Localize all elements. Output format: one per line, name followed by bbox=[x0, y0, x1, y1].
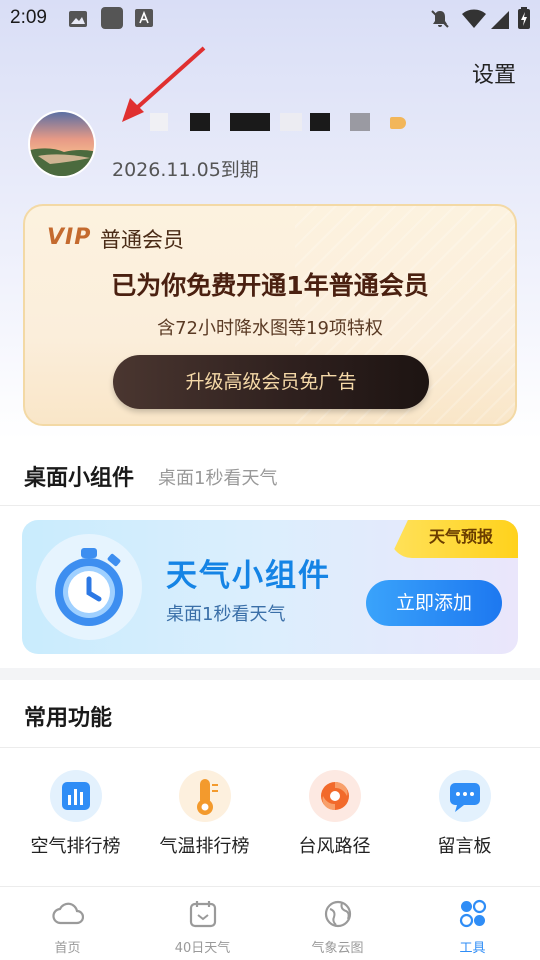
nav-item-tools[interactable]: 工具 bbox=[405, 887, 540, 960]
globe-icon bbox=[322, 899, 354, 933]
upgrade-vip-button[interactable]: 升级高级会员免广告 bbox=[113, 355, 429, 409]
status-bar: 2:09 bbox=[0, 0, 540, 38]
weather-forecast-tag: 天气预报 bbox=[390, 520, 518, 558]
bar-chart-icon bbox=[50, 770, 102, 822]
membership-expiry: 2026.11.05到期 bbox=[112, 159, 259, 181]
nav-label: 工具 bbox=[459, 941, 486, 956]
typhoon-path-button[interactable]: 台风路径 bbox=[267, 770, 402, 870]
wifi-icon bbox=[462, 9, 486, 33]
signal-icon bbox=[491, 9, 509, 33]
mute-icon bbox=[430, 9, 450, 33]
avatar[interactable] bbox=[28, 110, 96, 178]
stopwatch-icon bbox=[36, 534, 142, 640]
app-notification-icon bbox=[100, 6, 124, 34]
cloud-icon bbox=[52, 899, 85, 933]
message-board-button[interactable]: 留言板 bbox=[397, 770, 532, 870]
nav-item-40-day[interactable]: 40日天气 bbox=[135, 887, 270, 960]
font-notification-icon bbox=[135, 9, 153, 31]
func-label: 空气排行榜 bbox=[30, 836, 121, 857]
nav-item-satellite[interactable]: 气象云图 bbox=[270, 887, 405, 960]
settings-button[interactable]: 设置 bbox=[472, 57, 516, 89]
widget-section-title: 桌面小组件 bbox=[24, 466, 135, 491]
divider bbox=[0, 505, 540, 506]
divider bbox=[0, 747, 540, 748]
nav-label: 气象云图 bbox=[311, 941, 364, 956]
common-functions-title: 常用功能 bbox=[24, 706, 113, 731]
typhoon-icon bbox=[309, 770, 361, 822]
vip-subtitle: 含72小时降水图等19项特权 bbox=[157, 318, 383, 339]
widget-section-subtitle: 桌面1秒看天气 bbox=[158, 468, 278, 489]
vip-card[interactable]: VIP 普通会员 已为你免费开通1年普通会员 含72小时降水图等19项特权 升级… bbox=[23, 204, 517, 426]
widget-subtitle: 桌面1秒看天气 bbox=[166, 604, 286, 625]
func-label: 气温排行榜 bbox=[159, 836, 250, 857]
thermometer-icon bbox=[179, 770, 231, 822]
vip-label: 普通会员 bbox=[100, 228, 184, 252]
nav-label: 40日天气 bbox=[174, 941, 231, 956]
temperature-ranking-button[interactable]: 气温排行榜 bbox=[137, 770, 272, 870]
func-label: 留言板 bbox=[437, 836, 492, 857]
bottom-nav: 首页 40日天气 气象云图 工具 bbox=[0, 886, 540, 960]
calendar-icon bbox=[187, 899, 219, 933]
add-widget-button[interactable]: 立即添加 bbox=[366, 580, 502, 626]
section-separator bbox=[0, 668, 540, 680]
nav-label: 首页 bbox=[54, 941, 81, 956]
message-board-icon bbox=[439, 770, 491, 822]
status-time: 2:09 bbox=[10, 7, 47, 28]
tools-icon bbox=[457, 899, 489, 933]
nav-item-home[interactable]: 首页 bbox=[0, 887, 135, 960]
air-quality-ranking-button[interactable]: 空气排行榜 bbox=[8, 770, 143, 870]
battery-icon bbox=[518, 7, 530, 33]
weather-widget-card[interactable]: 天气预报 天气小组件 桌面1秒看天气 立即添加 bbox=[22, 520, 518, 654]
func-label: 台风路径 bbox=[298, 836, 371, 857]
widget-title: 天气小组件 bbox=[166, 558, 331, 594]
vip-logo: VIP bbox=[47, 225, 92, 250]
image-notification-icon bbox=[68, 9, 88, 33]
vip-title: 已为你免费开通1年普通会员 bbox=[111, 271, 429, 300]
